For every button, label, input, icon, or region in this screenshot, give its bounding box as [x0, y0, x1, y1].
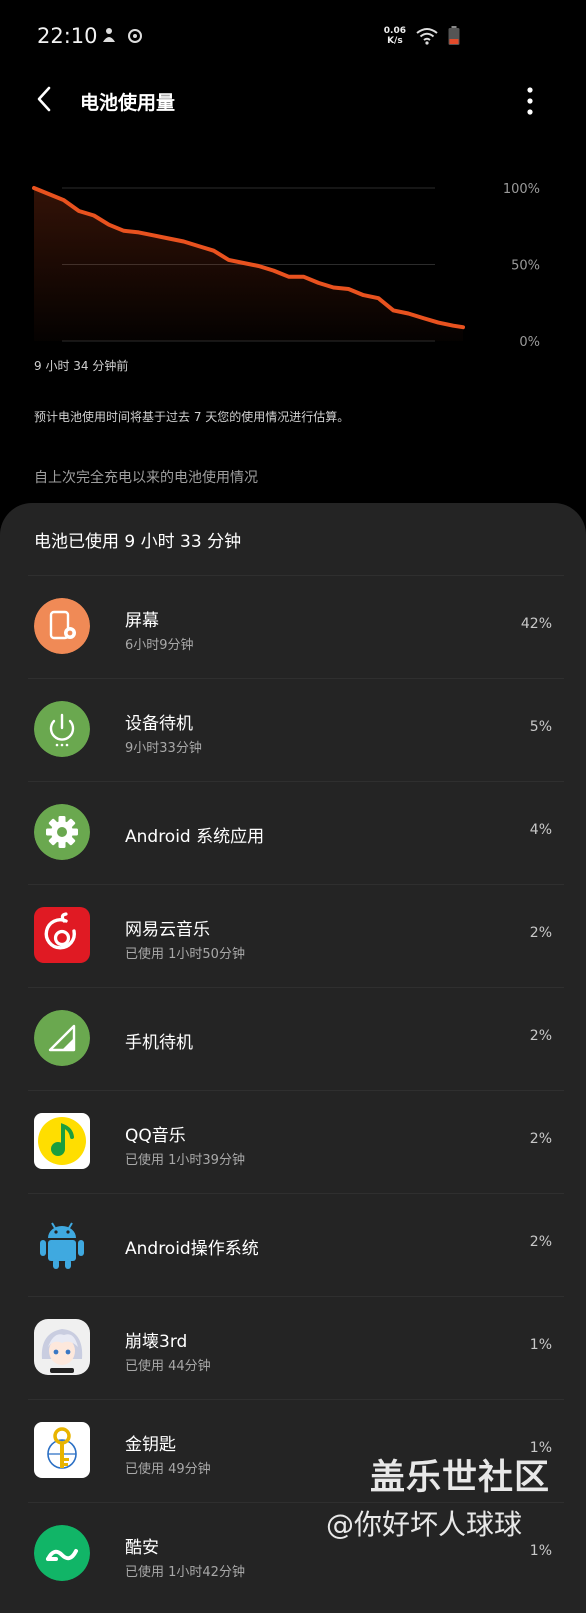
app-usage-time: 已使用 49分钟 — [125, 1462, 211, 1477]
app-usage-percent: 2% — [529, 1028, 552, 1044]
status-time: 22:10 — [37, 24, 98, 48]
app-usage-percent: 5% — [529, 719, 552, 735]
sheet-title: 电池已使用 9 小时 33 分钟 — [34, 532, 242, 552]
app-usage-row[interactable]: 屏幕 6小时9分钟 42% — [28, 575, 564, 678]
app-usage-row[interactable]: 崩壊3rd 已使用 44分钟 1% — [28, 1296, 564, 1399]
status-right-icons: 0.06 K/s — [384, 26, 460, 46]
battery-usage-chart: 100% 50% 0% 9 小时 34 分钟前 — [0, 175, 586, 375]
since-full-charge-label: 自上次完全充电以来的电池使用情况 — [34, 470, 258, 486]
coolapk-icon — [34, 1525, 90, 1581]
chart-start-label: 9 小时 34 分钟前 — [34, 358, 128, 373]
app-usage-row[interactable]: 网易云音乐已使用 1小时50分钟 2% — [28, 884, 564, 987]
app-usage-time: 已使用 1小时50分钟 — [125, 947, 245, 962]
network-speed: 0.06 K/s — [384, 26, 406, 46]
netease-music-icon — [34, 907, 90, 963]
screen-icon — [34, 598, 90, 654]
app-usage-percent: 2% — [529, 1131, 552, 1147]
signal-icon — [34, 1010, 90, 1066]
power-icon — [34, 701, 90, 757]
page-title: 电池使用量 — [80, 92, 176, 114]
app-header: 电池使用量 — [0, 72, 586, 132]
notification-app-icon — [103, 28, 115, 42]
app-name: 网易云音乐 — [125, 920, 210, 940]
honkai-icon — [34, 1319, 90, 1375]
battery-chart-svg: 100% 50% 0% 9 小时 34 分钟前 — [32, 182, 540, 373]
app-usage-row[interactable]: QQ音乐已使用 1小时39分钟 2% — [28, 1090, 564, 1193]
netspeed-unit: K/s — [387, 36, 403, 46]
app-usage-time: 已使用 44分钟 — [125, 1359, 211, 1374]
netspeed-value: 0.06 — [383, 26, 406, 36]
watermark-line1: 盖乐世社区 — [370, 1458, 551, 1498]
estimate-note: 预计电池使用时间将基于过去 7 天您的使用情况进行估算。 — [34, 410, 350, 424]
app-usage-percent: 4% — [529, 822, 552, 838]
golden-key-icon — [34, 1422, 90, 1478]
app-usage-row[interactable]: 手机待机 2% — [28, 987, 564, 1090]
status-notification-icons — [100, 26, 144, 44]
app-usage-percent: 1% — [529, 1337, 552, 1353]
y-tick-label: 0% — [519, 335, 540, 350]
app-name: Android 系统应用 — [125, 827, 265, 847]
app-usage-row[interactable]: 设备待机 9小时33分钟 5% — [28, 678, 564, 781]
app-name: 屏幕 — [125, 611, 159, 631]
app-usage-percent: 2% — [529, 1234, 552, 1250]
back-icon[interactable] — [30, 84, 60, 114]
app-name: 手机待机 — [125, 1033, 193, 1053]
app-name: QQ音乐 — [125, 1126, 186, 1146]
app-name: 设备待机 — [125, 714, 193, 734]
app-name: Android操作系统 — [125, 1239, 259, 1259]
app-usage-time: 6小时9分钟 — [125, 638, 194, 653]
app-usage-percent: 1% — [529, 1543, 552, 1559]
app-usage-time: 已使用 1小时42分钟 — [125, 1565, 245, 1580]
watermark-line2: @你好坏人球球 — [326, 1508, 523, 1541]
app-name: 酷安 — [125, 1538, 159, 1558]
android-icon — [34, 1216, 90, 1272]
qq-music-icon — [34, 1113, 90, 1169]
app-usage-row[interactable]: Android操作系统 2% — [28, 1193, 564, 1296]
gear-icon — [34, 804, 90, 860]
y-tick-label: 100% — [503, 182, 540, 197]
app-name: 金钥匙 — [125, 1435, 176, 1455]
wifi-icon — [416, 28, 438, 45]
usage-sheet: 电池已使用 9 小时 33 分钟 屏幕 6小时9分钟 42% 设备待机 9小时33分钟… — [0, 503, 586, 1613]
app-usage-time: 已使用 1小时39分钟 — [125, 1153, 245, 1168]
more-options-icon[interactable] — [520, 84, 540, 118]
app-usage-percent: 2% — [529, 925, 552, 941]
y-tick-label: 50% — [511, 259, 540, 274]
netease-music-status-icon — [128, 29, 142, 43]
app-usage-percent: 42% — [520, 616, 552, 632]
status-bar: 22:10 0.06 K/s — [0, 0, 586, 72]
app-usage-row[interactable]: Android 系统应用 4% — [28, 781, 564, 884]
app-usage-time: 9小时33分钟 — [125, 741, 202, 756]
battery-low-icon — [448, 26, 460, 45]
app-name: 崩壊3rd — [125, 1332, 188, 1352]
